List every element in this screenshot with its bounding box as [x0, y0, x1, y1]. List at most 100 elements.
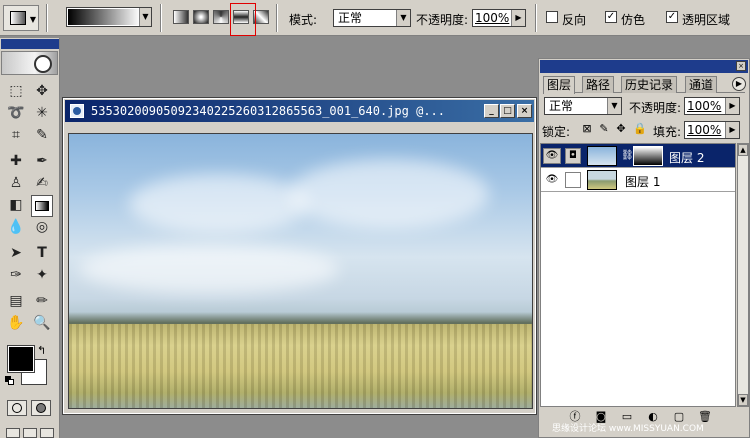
dodge-tool-icon[interactable]: ◎: [31, 216, 53, 238]
layers-panel-titlebar[interactable]: ×: [540, 60, 748, 73]
eye-icon[interactable]: 👁: [543, 172, 561, 188]
brush-link-icon[interactable]: ◘: [565, 148, 581, 164]
blur-tool-icon[interactable]: 💧: [5, 216, 27, 238]
screen-mode-full-button[interactable]: [40, 428, 54, 438]
layer-name[interactable]: 图层 2: [669, 149, 704, 166]
image-canvas[interactable]: [68, 133, 533, 409]
screen-mode-standard-button[interactable]: [6, 428, 20, 438]
tool-preset-picker[interactable]: ▼: [3, 5, 39, 31]
move-tool-icon[interactable]: ✥: [31, 80, 53, 102]
document-title: 53530200905092340225260312865563_001_640…: [91, 104, 446, 118]
lock-transparency-icon[interactable]: ⊠: [581, 123, 593, 135]
linear-gradient-button[interactable]: [173, 10, 189, 24]
history-brush-icon[interactable]: ✍: [31, 172, 53, 194]
tab-paths[interactable]: 路径: [582, 76, 615, 93]
minimize-button[interactable]: _: [484, 104, 499, 118]
tab-layers[interactable]: 图层: [543, 76, 576, 94]
gradient-picker[interactable]: ▼: [66, 7, 152, 27]
notes-tool-icon[interactable]: ▤: [5, 290, 27, 312]
reverse-checkbox[interactable]: [546, 11, 558, 23]
lock-all-icon[interactable]: 🔒: [633, 123, 647, 135]
scroll-up-icon[interactable]: ▲: [738, 144, 748, 156]
type-tool-icon[interactable]: T: [31, 242, 53, 264]
gradient-tool-icon: [10, 11, 26, 25]
divider: [276, 4, 278, 32]
layer-opacity-input[interactable]: 100% ▶: [684, 97, 740, 115]
link-slot[interactable]: [565, 172, 581, 188]
standard-mode-button[interactable]: [7, 400, 27, 416]
layer-name[interactable]: 图层 1: [625, 173, 660, 190]
opacity-value: 100%: [475, 11, 510, 25]
layer-opacity-label: 不透明度:: [629, 101, 682, 115]
layer-row-2[interactable]: 👁 ◘ ⛓ 图层 2: [541, 144, 735, 168]
mode-value: 正常: [338, 11, 363, 25]
maximize-button[interactable]: □: [500, 104, 515, 118]
layer-thumbnail[interactable]: [587, 170, 617, 190]
crop-tool-icon[interactable]: ⌗: [5, 124, 27, 146]
gradient-icon: [35, 201, 49, 211]
close-icon[interactable]: ×: [736, 61, 746, 71]
chevron-right-icon[interactable]: ▶: [725, 98, 739, 114]
brush-tool-icon[interactable]: ✒: [31, 150, 53, 172]
fill-label: 填充:: [653, 125, 682, 139]
layer-row-1[interactable]: 👁 图层 1: [541, 168, 735, 192]
mode-select[interactable]: 正常 ▼: [333, 9, 411, 27]
chevron-right-icon[interactable]: ▶: [725, 122, 739, 138]
chevron-down-icon[interactable]: ▼: [607, 98, 621, 114]
toolbox-titlebar[interactable]: [1, 39, 59, 49]
eye-icon[interactable]: 👁: [543, 148, 561, 164]
close-button[interactable]: ×: [517, 104, 532, 118]
mode-label: 模式:: [289, 13, 318, 27]
swap-colors-icon[interactable]: ↰: [37, 344, 46, 357]
panel-menu-icon[interactable]: ▶: [732, 77, 746, 91]
layer-blend-mode-select[interactable]: 正常 ▼: [544, 97, 622, 115]
pen-tool-icon[interactable]: ✑: [5, 264, 27, 286]
dither-checkbox[interactable]: ✓: [605, 11, 617, 23]
gradient-tool-button[interactable]: [31, 195, 53, 217]
watermark: 思缘设计论坛 www.MISSYUAN.COM: [552, 424, 704, 434]
magic-wand-icon[interactable]: ✳: [31, 102, 53, 124]
toolbox: ⬚ ✥ ➰ ✳ ⌗ ✎ ✚ ✒ ♙ ✍ ◧ 💧 ◎ ➤ T ✑ ✦ ▤ ✏ ✋ …: [0, 38, 60, 438]
fill-input[interactable]: 100% ▶: [684, 121, 740, 139]
transparency-checkbox[interactable]: ✓: [666, 11, 678, 23]
photoshop-document-icon: [70, 104, 84, 118]
eye-logo-icon: [34, 55, 52, 73]
clone-stamp-icon[interactable]: ♙: [5, 172, 27, 194]
chevron-down-icon[interactable]: ▼: [139, 8, 151, 26]
foreground-color-swatch[interactable]: [7, 345, 35, 373]
quick-mask-button[interactable]: [31, 400, 51, 416]
lock-image-icon[interactable]: ✎: [598, 123, 610, 135]
angle-gradient-button[interactable]: [213, 10, 229, 24]
radial-gradient-button[interactable]: [193, 10, 209, 24]
default-colors-icon[interactable]: [5, 376, 15, 386]
marquee-tool-icon[interactable]: ⬚: [5, 80, 27, 102]
lasso-tool-icon[interactable]: ➰: [5, 102, 27, 124]
scroll-down-icon[interactable]: ▼: [738, 394, 748, 406]
cloud-region: [79, 244, 339, 294]
slice-tool-icon[interactable]: ✎: [31, 124, 53, 146]
divider: [535, 4, 537, 32]
chevron-right-icon[interactable]: ▶: [511, 10, 525, 26]
photoshop-logo[interactable]: [1, 51, 58, 75]
chain-link-icon[interactable]: ⛓: [621, 150, 634, 161]
zoom-tool-icon[interactable]: 🔍: [31, 312, 53, 334]
tab-history[interactable]: 历史记录: [621, 76, 678, 93]
opacity-input[interactable]: 100% ▶: [472, 9, 526, 27]
lock-position-icon[interactable]: ✥: [615, 123, 627, 135]
layer-thumbnail[interactable]: [587, 146, 617, 166]
layers-scrollbar[interactable]: ▲ ▼: [737, 143, 749, 407]
chevron-down-icon[interactable]: ▼: [396, 10, 410, 26]
eraser-tool-icon[interactable]: ◧: [5, 194, 27, 216]
path-selection-icon[interactable]: ➤: [5, 242, 27, 264]
hand-tool-icon[interactable]: ✋: [5, 312, 27, 334]
screen-mode-full-menu-button[interactable]: [23, 428, 37, 438]
custom-shape-icon[interactable]: ✦: [31, 264, 53, 286]
healing-brush-icon[interactable]: ✚: [5, 150, 27, 172]
transparency-label: 透明区域: [682, 13, 731, 27]
layers-list: 👁 ◘ ⛓ 图层 2 👁 图层 1: [540, 143, 736, 407]
tab-channels[interactable]: 通道: [685, 76, 718, 93]
document-titlebar[interactable]: 53530200905092340225260312865563_001_640…: [65, 100, 534, 122]
eyedropper-tool-icon[interactable]: ✏: [31, 290, 53, 312]
layer-mask-thumbnail[interactable]: [633, 146, 663, 166]
gradient-preview[interactable]: [68, 9, 140, 25]
